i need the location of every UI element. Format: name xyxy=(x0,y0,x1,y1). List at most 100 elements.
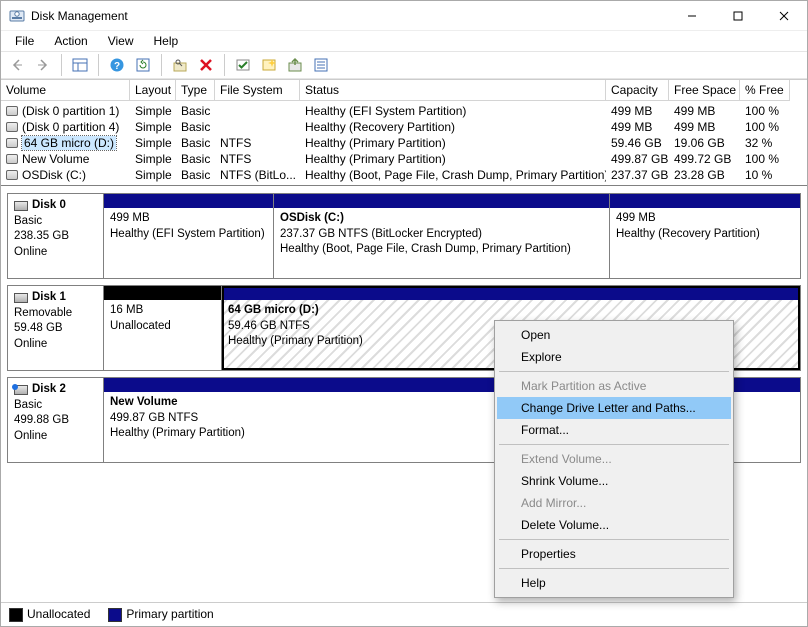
cell-capacity: 59.46 GB xyxy=(606,135,669,151)
cell-layout: Simple xyxy=(130,135,176,151)
disk-name: Disk 0 xyxy=(32,198,66,214)
cell-pct: 100 % xyxy=(740,151,790,167)
close-button[interactable] xyxy=(761,1,807,31)
ctx-separator xyxy=(499,371,729,372)
cell-capacity: 499 MB xyxy=(606,119,669,135)
title-bar: Disk Management xyxy=(1,1,807,31)
col-pctfree[interactable]: % Free xyxy=(740,80,790,101)
cell-volume: New Volume xyxy=(22,152,89,166)
disk-header[interactable]: Disk 0 Basic 238.35 GB Online xyxy=(8,194,104,278)
partition[interactable]: OSDisk (C:) 237.37 GB NTFS (BitLocker En… xyxy=(274,194,610,278)
partition-status: Healthy (Recovery Partition) xyxy=(616,227,794,243)
volume-icon xyxy=(6,122,18,132)
partition-name: OSDisk (C:) xyxy=(280,211,603,227)
table-row[interactable]: OSDisk (C:) Simple Basic NTFS (BitLo... … xyxy=(1,167,807,183)
cell-layout: Simple xyxy=(130,167,176,183)
ctx-explore[interactable]: Explore xyxy=(497,346,731,368)
menu-help[interactable]: Help xyxy=(144,32,189,50)
col-capacity[interactable]: Capacity xyxy=(606,80,669,101)
disk-icon xyxy=(14,385,28,395)
new-volume-button[interactable] xyxy=(257,53,281,77)
col-free[interactable]: Free Space xyxy=(669,80,740,101)
cell-layout: Simple xyxy=(130,103,176,119)
disk-name: Disk 1 xyxy=(32,290,66,306)
cell-volume: 64 GB micro (D:) xyxy=(22,136,116,150)
ctx-shrink[interactable]: Shrink Volume... xyxy=(497,470,731,492)
table-row[interactable]: (Disk 0 partition 4) Simple Basic Health… xyxy=(1,119,807,135)
volume-icon xyxy=(6,106,18,116)
ctx-change-letter[interactable]: Change Drive Letter and Paths... xyxy=(497,397,731,419)
col-fs[interactable]: File System xyxy=(215,80,300,101)
disk-row-0: Disk 0 Basic 238.35 GB Online 499 MB Hea… xyxy=(7,193,801,279)
menu-file[interactable]: File xyxy=(5,32,44,50)
menu-view[interactable]: View xyxy=(98,32,144,50)
disk-header[interactable]: Disk 1 Removable 59.48 GB Online xyxy=(8,286,104,370)
legend-unallocated: Unallocated xyxy=(9,607,90,622)
legend-swatch-blue xyxy=(108,608,122,622)
menu-action[interactable]: Action xyxy=(44,32,97,50)
table-row[interactable]: (Disk 0 partition 1) Simple Basic Health… xyxy=(1,103,807,119)
partition-size: 16 MB xyxy=(110,303,215,319)
help-button[interactable]: ? xyxy=(105,53,129,77)
partition[interactable]: 499 MB Healthy (EFI System Partition) xyxy=(104,194,274,278)
col-layout[interactable]: Layout xyxy=(130,80,176,101)
ctx-format[interactable]: Format... xyxy=(497,419,731,441)
table-row[interactable]: New Volume Simple Basic NTFS Healthy (Pr… xyxy=(1,151,807,167)
svg-text:?: ? xyxy=(114,61,120,72)
ctx-open[interactable]: Open xyxy=(497,324,731,346)
legend-swatch-black xyxy=(9,608,23,622)
col-volume[interactable]: Volume xyxy=(1,80,130,101)
toolbar-separator xyxy=(61,54,62,76)
partition[interactable]: 499 MB Healthy (Recovery Partition) xyxy=(610,194,800,278)
attach-vhd-button[interactable] xyxy=(283,53,307,77)
cell-fs xyxy=(215,119,300,135)
check-button[interactable] xyxy=(231,53,255,77)
partition-band-unallocated xyxy=(104,286,221,300)
cell-status: Healthy (Boot, Page File, Crash Dump, Pr… xyxy=(300,167,606,183)
col-status[interactable]: Status xyxy=(300,80,606,101)
context-menu: Open Explore Mark Partition as Active Ch… xyxy=(494,320,734,598)
ctx-delete[interactable]: Delete Volume... xyxy=(497,514,731,536)
cell-capacity: 499 MB xyxy=(606,103,669,119)
disk-state: Online xyxy=(14,337,97,353)
nav-back-button[interactable] xyxy=(5,53,29,77)
partition-unallocated[interactable]: 16 MB Unallocated xyxy=(104,286,222,370)
properties-button[interactable] xyxy=(309,53,333,77)
app-icon xyxy=(9,8,25,24)
nav-forward-button[interactable] xyxy=(31,53,55,77)
partition-status: Healthy (Boot, Page File, Crash Dump, Pr… xyxy=(280,242,603,258)
disk-capacity: 238.35 GB xyxy=(14,229,97,245)
disk-type: Basic xyxy=(14,398,97,414)
disk-state: Online xyxy=(14,429,97,445)
partition-band-primary xyxy=(274,194,609,208)
cell-volume: (Disk 0 partition 4) xyxy=(22,120,119,134)
show-hide-console-button[interactable] xyxy=(68,53,92,77)
refresh-button[interactable] xyxy=(131,53,155,77)
cell-fs: NTFS xyxy=(215,135,300,151)
col-type[interactable]: Type xyxy=(176,80,215,101)
ctx-help[interactable]: Help xyxy=(497,572,731,594)
cell-type: Basic xyxy=(176,167,215,183)
volume-icon xyxy=(6,170,18,180)
disk-header[interactable]: Disk 2 Basic 499.88 GB Online xyxy=(8,378,104,462)
table-row[interactable]: 64 GB micro (D:) Simple Basic NTFS Healt… xyxy=(1,135,807,151)
delete-button[interactable] xyxy=(194,53,218,77)
legend-label: Unallocated xyxy=(27,607,90,621)
maximize-button[interactable] xyxy=(715,1,761,31)
partition-status: Healthy (EFI System Partition) xyxy=(110,227,267,243)
minimize-button[interactable] xyxy=(669,1,715,31)
cell-volume: (Disk 0 partition 1) xyxy=(22,104,119,118)
cell-type: Basic xyxy=(176,119,215,135)
cell-fs: NTFS (BitLo... xyxy=(215,167,300,183)
disk-name: Disk 2 xyxy=(32,382,66,398)
cell-capacity: 499.87 GB xyxy=(606,151,669,167)
settings-button[interactable] xyxy=(168,53,192,77)
window-title: Disk Management xyxy=(31,9,669,23)
partition-size: 237.37 GB NTFS (BitLocker Encrypted) xyxy=(280,227,603,243)
partition-size: 499 MB xyxy=(616,211,794,227)
disk-icon xyxy=(14,293,28,303)
cell-free: 499.72 GB xyxy=(669,151,740,167)
partition-name: 64 GB micro (D:) xyxy=(228,303,794,319)
legend-primary: Primary partition xyxy=(108,607,213,622)
ctx-properties[interactable]: Properties xyxy=(497,543,731,565)
